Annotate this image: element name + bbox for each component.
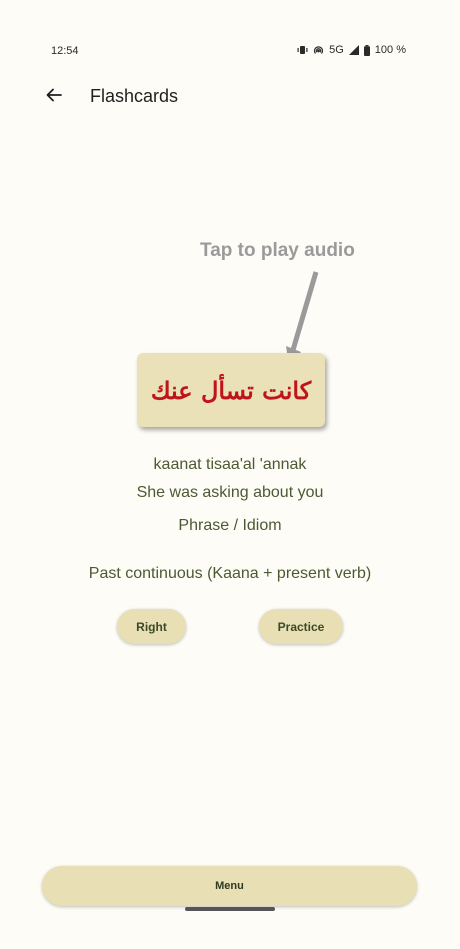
flashcard[interactable]: كانت تسأل عنك xyxy=(137,353,325,427)
battery-icon xyxy=(363,44,370,56)
meaning: She was asking about you xyxy=(136,484,324,501)
back-button[interactable] xyxy=(40,83,68,111)
hotspot-icon xyxy=(313,45,324,56)
arrow-left-icon xyxy=(46,87,62,108)
grammar-note: Past continuous (Kaana + present verb) xyxy=(88,565,372,582)
status-time: 12:54 xyxy=(51,45,79,57)
app-bar: Flashcards xyxy=(0,78,460,118)
category: Phrase / Idiom xyxy=(178,517,282,534)
arabic-phrase: كانت تسأل عنك xyxy=(150,375,312,405)
home-indicator[interactable] xyxy=(185,907,275,911)
network-type: 5G xyxy=(329,44,344,56)
menu-button[interactable]: Menu xyxy=(42,866,417,906)
transliteration: kaanat tisaa'al 'annak xyxy=(153,456,307,473)
right-button[interactable]: Right xyxy=(117,609,186,644)
status-icons: 5G 100 % xyxy=(297,44,406,56)
practice-button[interactable]: Practice xyxy=(259,609,343,644)
battery-level: 100 % xyxy=(374,44,406,56)
audio-hint: Tap to play audio xyxy=(200,240,355,261)
page-title: Flashcards xyxy=(90,86,179,106)
vibrate-icon xyxy=(297,45,308,55)
signal-icon xyxy=(348,45,359,55)
